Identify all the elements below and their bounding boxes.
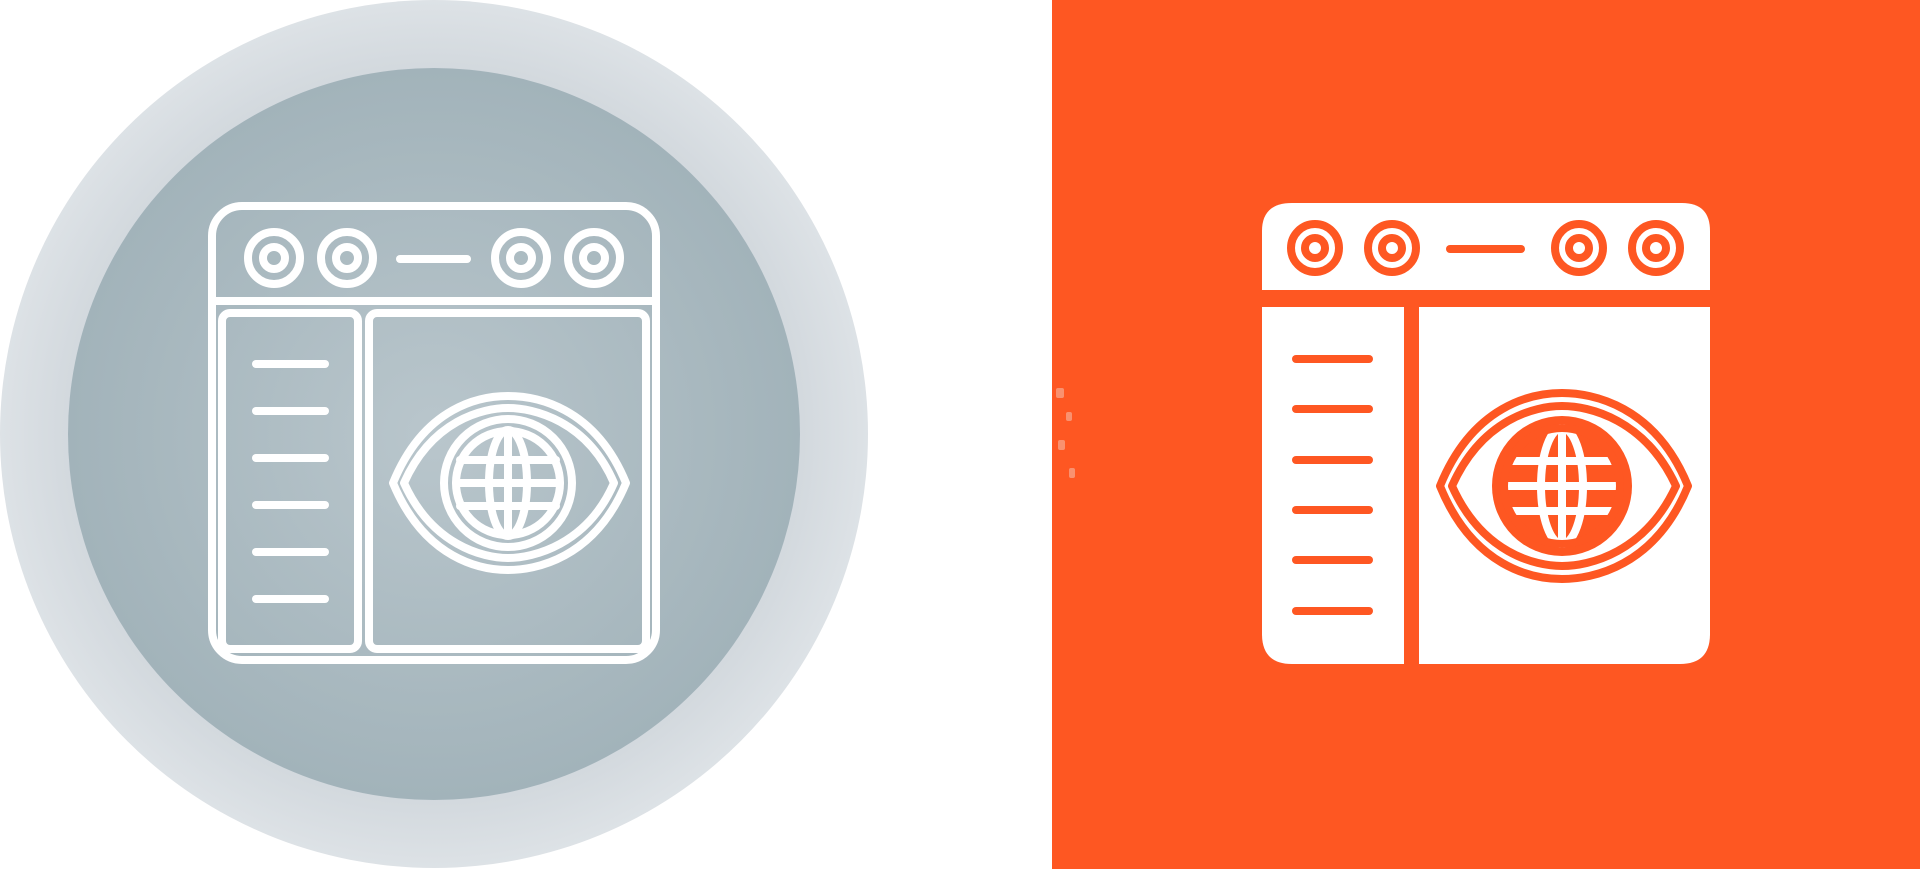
- browser-eye-globe-icon: [1262, 203, 1710, 664]
- outline-icon-panel: [0, 0, 1052, 869]
- icon-comparison-stage: [0, 0, 1920, 869]
- glyph-icon-panel: [1052, 0, 1920, 869]
- icon-artwork: [0, 0, 1920, 869]
